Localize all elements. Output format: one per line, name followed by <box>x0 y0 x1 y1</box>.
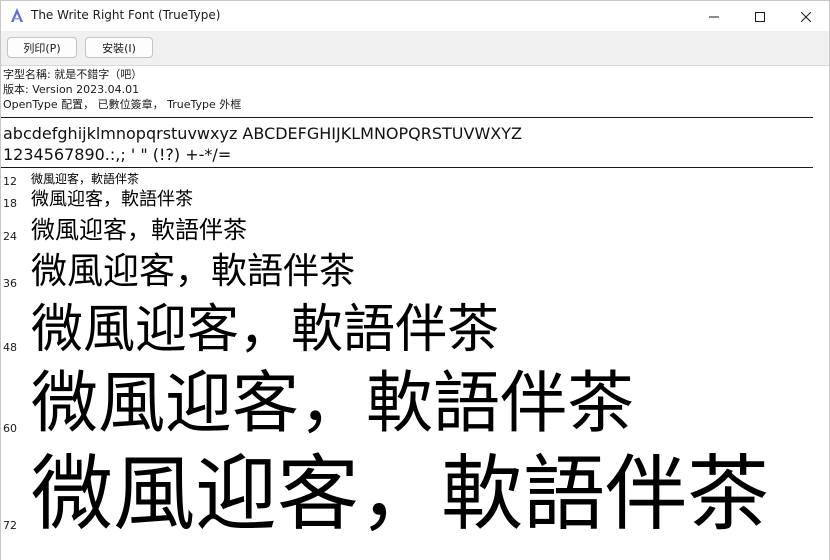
sample-size-label: 18 <box>3 197 17 210</box>
print-button[interactable]: 列印(P) <box>7 37 77 58</box>
separator-bottom <box>1 167 813 168</box>
close-button[interactable] <box>783 1 829 31</box>
sample-text: 微風迎客，軟語伴茶 <box>31 189 193 210</box>
title-bar[interactable]: The Write Right Font (TrueType) <box>1 1 829 31</box>
sample-size-label: 36 <box>3 277 17 290</box>
font-viewer-window: The Write Right Font (TrueType) 列印(P) 安裝… <box>0 0 830 560</box>
font-version-line: 版本: Version 2023.04.01 <box>3 83 140 96</box>
window-title: The Write Right Font (TrueType) <box>31 8 221 22</box>
charset-digits-symbols: 1234567890.:,; ' " (!?) +-*/= <box>3 145 232 164</box>
sample-row-36: 36 微風迎客，軟語伴茶 <box>1 249 829 295</box>
sample-text: 微風迎客，軟語伴茶 <box>31 172 140 186</box>
charset-letters: abcdefghijklmnopqrstuvwxyz ABCDEFGHIJKLM… <box>3 124 522 143</box>
sample-size-label: 60 <box>3 422 17 435</box>
sample-row-12: 12 微風迎客，軟語伴茶 <box>1 172 829 190</box>
font-preview-area[interactable]: 字型名稱: 就是不錯字（吧） 版本: Version 2023.04.01 Op… <box>1 66 829 560</box>
separator-top <box>1 117 813 118</box>
sample-text: 微風迎客，軟語伴茶 <box>31 300 500 360</box>
sample-size-label: 24 <box>3 230 17 243</box>
close-icon <box>800 7 812 26</box>
sample-row-48: 48 微風迎客，軟語伴茶 <box>1 299 829 359</box>
maximize-icon <box>755 7 765 26</box>
toolbar: 列印(P) 安裝(I) <box>1 31 829 66</box>
minimize-icon <box>709 7 719 26</box>
sample-row-18: 18 微風迎客，軟語伴茶 <box>1 189 829 213</box>
sample-size-label: 48 <box>3 341 17 354</box>
maximize-button[interactable] <box>737 1 783 31</box>
sample-size-label: 72 <box>3 519 17 532</box>
sample-size-label: 12 <box>3 175 17 188</box>
sample-text: 微風迎客，軟語伴茶 <box>31 216 247 244</box>
sample-row-60: 60 微風迎客，軟語伴茶 <box>1 366 829 444</box>
font-type-line: OpenType 配置， 已數位簽章， TrueType 外框 <box>3 98 242 111</box>
sample-text: 微風迎客，軟語伴茶 <box>31 447 770 542</box>
sample-text: 微風迎客，軟語伴茶 <box>31 364 634 442</box>
sample-text: 微風迎客，軟語伴茶 <box>31 251 356 292</box>
minimize-button[interactable] <box>691 1 737 31</box>
font-name-line: 字型名稱: 就是不錯字（吧） <box>3 68 143 81</box>
install-button[interactable]: 安裝(I) <box>85 37 153 58</box>
sample-row-72: 72 微風迎客，軟語伴茶 <box>1 450 829 550</box>
font-app-icon <box>9 7 25 23</box>
sample-row-24: 24 微風迎客，軟語伴茶 <box>1 215 829 247</box>
